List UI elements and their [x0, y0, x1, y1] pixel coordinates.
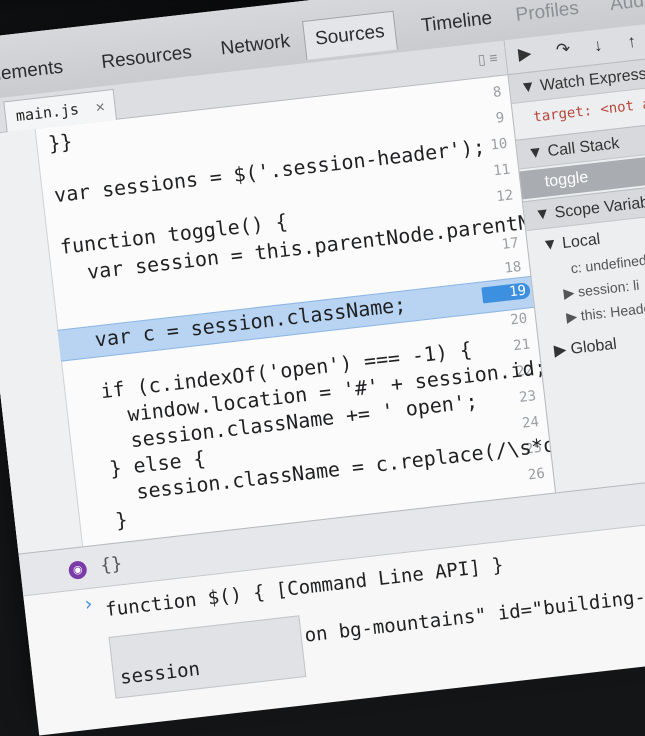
scope-title: Scope Variables — [553, 191, 645, 222]
line-number[interactable]: 18 — [481, 259, 523, 279]
scope-variable[interactable]: c: undefined — [570, 252, 645, 277]
line-number[interactable]: 26 — [504, 466, 546, 486]
pause-resume-icon[interactable]: ▶ — [517, 43, 532, 64]
line-number[interactable]: 24 — [498, 414, 540, 434]
line-number[interactable]: 9 — [464, 110, 505, 130]
code-editor[interactable]: 8 9 10 11 12 17 18 19 20 21 22 23 24 25 … — [0, 75, 645, 554]
panel-toggle-icon[interactable]: ▯ ≡ — [477, 49, 499, 68]
line-number[interactable]: 21 — [489, 336, 531, 356]
console-drawer-icon[interactable]: ◉ — [67, 560, 88, 581]
line-number[interactable]: 11 — [470, 162, 512, 182]
code-line: var sessions = $('.session-header'); — [52, 134, 487, 208]
tab-timeline[interactable]: Timeline — [409, 0, 504, 47]
code-line: }} — [46, 129, 74, 156]
close-icon[interactable]: ✕ — [95, 97, 106, 116]
scope-variable-label: session: li — [577, 276, 641, 300]
tab-elements[interactable]: Elements — [0, 48, 75, 97]
scope-variable[interactable]: ▶ session: li — [563, 277, 641, 303]
call-stack-title: Call Stack — [546, 135, 621, 161]
line-number[interactable]: 8 — [461, 84, 502, 104]
file-tab-label: main.js — [14, 100, 80, 126]
step-over-icon[interactable]: ↷ — [555, 39, 571, 60]
global-scope-label[interactable]: ▶ Global — [553, 334, 618, 361]
devtools-window: Elements Resources Network Sources Timel… — [0, 0, 645, 736]
code-line: } — [90, 507, 129, 536]
local-title: Local — [561, 230, 602, 253]
line-number[interactable]: 20 — [487, 311, 529, 331]
autocomplete-popup[interactable]: session — [108, 615, 307, 699]
tab-profiles[interactable]: Profiles — [504, 0, 591, 36]
autocomplete-item[interactable]: session — [119, 658, 201, 689]
tab-audits[interactable]: Audits — [598, 0, 645, 25]
global-title: Global — [569, 335, 618, 358]
tab-network[interactable]: Network — [209, 22, 302, 70]
step-into-icon[interactable]: ↓ — [593, 35, 604, 56]
step-out-icon[interactable]: ↑ — [626, 32, 637, 53]
line-number[interactable]: 12 — [472, 187, 514, 207]
line-number[interactable]: 23 — [495, 388, 537, 408]
tab-sources[interactable]: Sources — [302, 10, 398, 60]
pretty-print-button[interactable]: {} — [99, 553, 123, 576]
local-scope-label[interactable]: ▼ Local — [541, 231, 601, 256]
console-prompt-icon: › — [81, 592, 96, 616]
